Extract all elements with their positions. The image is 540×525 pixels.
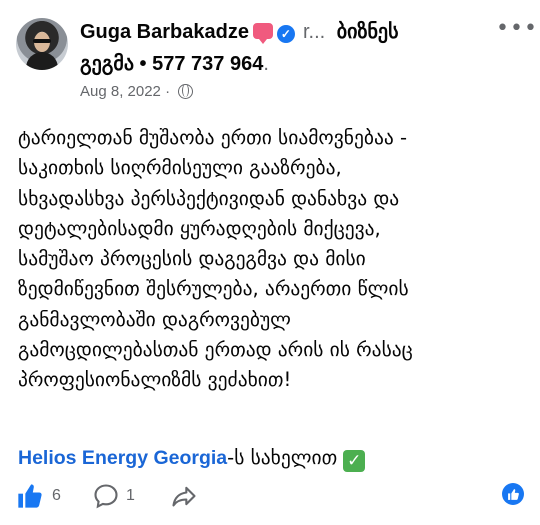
post-meta: Aug 8, 2022 · bbox=[80, 82, 194, 102]
group-name-part1[interactable]: ბიზნეს bbox=[337, 21, 399, 43]
group-name-suffix: . bbox=[263, 53, 269, 75]
post-header: Guga Barbakadze ✓ r... ბიზნეს გეგმა • 577 … bbox=[16, 14, 537, 104]
post-line: პროფესიონალიზმს ვეძახით! bbox=[18, 368, 292, 392]
post-line: სხვადასხვა პერსპექტივიდან დანახვა და bbox=[18, 186, 400, 210]
check-mark-icon: ✓ bbox=[343, 450, 366, 472]
globe-icon bbox=[178, 84, 194, 99]
share-button[interactable] bbox=[170, 480, 198, 512]
author-name[interactable]: Guga Barbakadze bbox=[80, 21, 249, 43]
post-line: განმავლობაში დაგროვებულ bbox=[18, 307, 291, 331]
post-date[interactable]: Aug 8, 2022 bbox=[80, 83, 161, 100]
post-line: ზედმიწევნით შესრულება, არაერთი წლის bbox=[18, 277, 409, 301]
speech-bubble-badge-icon bbox=[252, 23, 273, 44]
thumbs-up-icon bbox=[507, 488, 519, 500]
like-count: 6 bbox=[52, 487, 61, 504]
author-avatar[interactable] bbox=[16, 18, 68, 70]
group-name-line: გეგმა • 577 737 964. bbox=[80, 50, 269, 78]
tag-suffix: -ს სახელით bbox=[227, 446, 338, 469]
group-name-part2[interactable]: გეგმა • 577 737 964 bbox=[80, 53, 263, 75]
verified-check-icon: ✓ bbox=[276, 25, 295, 43]
author-name-line: Guga Barbakadze ✓ r... ბიზნეს bbox=[80, 18, 490, 46]
like-button[interactable]: 6 bbox=[16, 480, 61, 512]
avatar-glasses bbox=[33, 39, 51, 43]
tag-line: Helios Energy Georgia-ს სახელით ✓ bbox=[18, 444, 366, 472]
post-line: საკითხის სიღრმისეული გააზრება, bbox=[18, 156, 342, 180]
comment-button[interactable]: 1 bbox=[92, 480, 135, 512]
post-line: ტარიელთან მუშაობა ერთი სიამოვნებაა - bbox=[18, 126, 407, 149]
like-reaction-icon[interactable] bbox=[502, 483, 524, 505]
more-options-icon[interactable]: ••• bbox=[496, 18, 537, 40]
comment-count: 1 bbox=[126, 487, 135, 504]
post-line: დეტალებისადმი ყურადღების მიქცევა, bbox=[18, 216, 381, 240]
avatar-body bbox=[26, 52, 58, 70]
post-line: სამუშაო პროცესის დაგეგმვა და მისი bbox=[18, 247, 366, 271]
group-truncated[interactable]: r... bbox=[303, 21, 325, 43]
share-icon bbox=[172, 486, 196, 507]
post-body: ტარიელთან მუშაობა ერთი სიამოვნებაა - საკ… bbox=[18, 123, 528, 396]
tagged-page-link[interactable]: Helios Energy Georgia bbox=[18, 447, 227, 469]
comment-icon bbox=[94, 484, 118, 509]
meta-separator: · bbox=[165, 83, 171, 100]
post-line: გამოცდილებასთან ერთად არის ის რასაც bbox=[18, 338, 413, 362]
thumbs-up-icon bbox=[18, 484, 42, 508]
post-actions: 6 1 bbox=[16, 480, 524, 512]
